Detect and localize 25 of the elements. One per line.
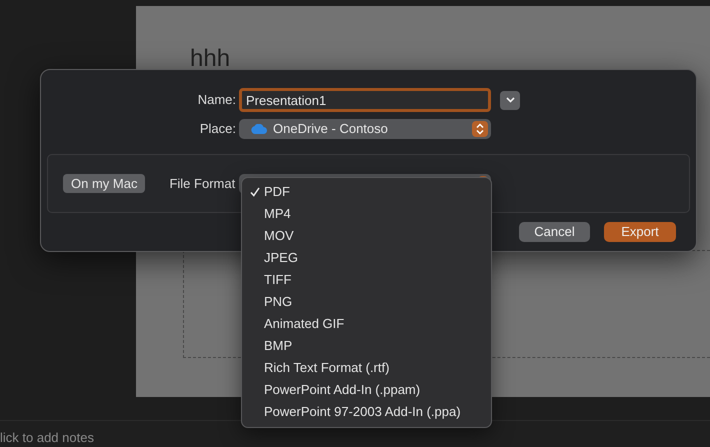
- notes-field[interactable]: lick to add notes: [0, 428, 200, 447]
- expand-button[interactable]: [500, 90, 520, 110]
- menu-item[interactable]: PowerPoint Add-In (.ppam): [242, 379, 491, 401]
- cloud-icon: [251, 124, 267, 134]
- menu-item[interactable]: PNG: [242, 291, 491, 313]
- chevron-icon: [506, 97, 514, 103]
- menu-item[interactable]: MP4: [242, 203, 491, 225]
- menu-item[interactable]: Animated GIF: [242, 313, 491, 335]
- name-label: Name:: [196, 91, 237, 110]
- place-label: Place:: [198, 120, 237, 138]
- name-field[interactable]: Presentation1: [239, 88, 491, 112]
- stepper-icon: [472, 121, 488, 137]
- export-button[interactable]: Export: [604, 222, 676, 242]
- place-select[interactable]: OneDrive - Contoso: [239, 119, 491, 139]
- menu-item[interactable]: TIFF: [242, 269, 491, 291]
- menu-item[interactable]: MOV: [242, 225, 491, 247]
- checkmark-icon: [250, 187, 260, 197]
- menu-item[interactable]: PDF: [242, 181, 491, 203]
- cancel-button[interactable]: Cancel: [519, 222, 590, 242]
- file-format-label: File Format: [169, 174, 236, 193]
- menu-item[interactable]: Rich Text Format (.rtf): [242, 357, 491, 379]
- menu-item[interactable]: JPEG: [242, 247, 491, 269]
- on-my-mac-button[interactable]: On my Mac: [63, 174, 146, 193]
- menu-item[interactable]: BMP: [242, 335, 491, 357]
- menu-item[interactable]: PowerPoint 97-2003 Add-In (.ppa): [242, 401, 491, 423]
